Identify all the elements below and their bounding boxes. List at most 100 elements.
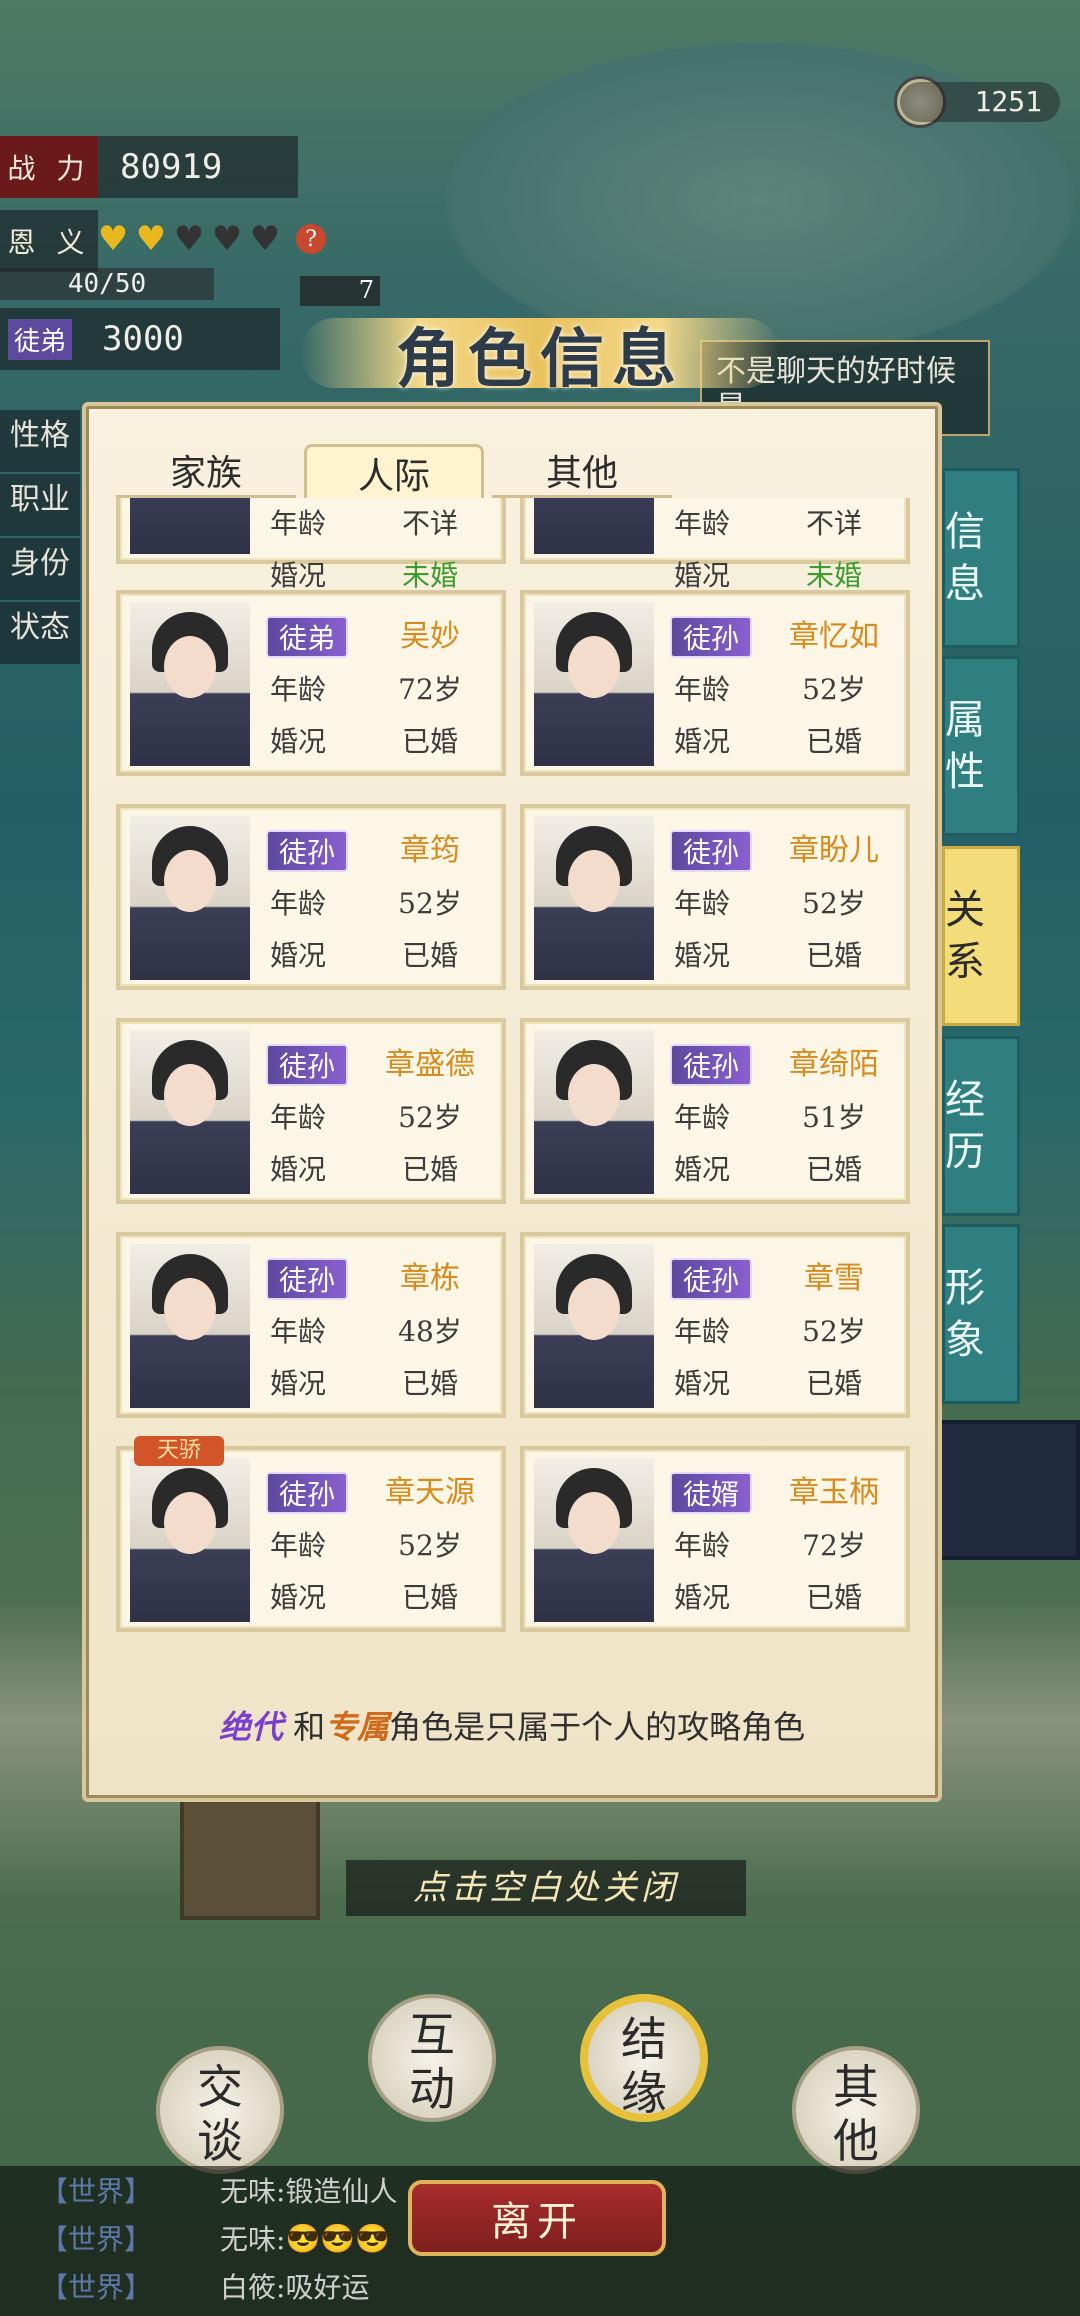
- marriage-label: 婚况: [270, 1153, 327, 1186]
- age-value: 48岁: [398, 1315, 462, 1348]
- side-tab-history[interactable]: 经历: [942, 1036, 1020, 1216]
- character-portrait: [534, 1030, 654, 1194]
- relation-tag: 徒弟: [0, 308, 80, 370]
- chat-user: 白筱:: [220, 2271, 286, 2304]
- marriage-label: 婚况: [674, 1153, 731, 1186]
- character-portrait: [534, 816, 654, 980]
- portrait-face: [164, 1278, 216, 1340]
- bond-button[interactable]: 结缘: [580, 1994, 708, 2122]
- character-portrait: [130, 816, 250, 980]
- side-tab-info[interactable]: 信息: [942, 468, 1020, 648]
- portrait-face: [164, 1492, 216, 1554]
- relation-card[interactable]: 年龄 不详 婚况 未婚: [520, 498, 910, 592]
- marriage-label: 婚况: [270, 559, 327, 592]
- age-value: 52岁: [398, 1101, 462, 1134]
- character-name: 章盛德: [385, 1047, 475, 1082]
- age-value: 72岁: [398, 673, 462, 706]
- age-value: 72岁: [802, 1529, 866, 1562]
- character-portrait: [534, 602, 654, 766]
- portrait-face: [568, 636, 620, 698]
- marriage-label: 婚况: [270, 1581, 327, 1614]
- relation-card[interactable]: 徒孙 章忆如 年龄 52岁 婚况 已婚: [520, 590, 910, 776]
- chat-channel: 【世界】: [40, 2271, 153, 2304]
- heart-icon: ♥: [211, 219, 243, 259]
- tab-family[interactable]: 家族: [116, 444, 296, 498]
- marriage-value: 已婚: [401, 939, 458, 972]
- relation-card[interactable]: 徒弟 吴妙 年龄 72岁 婚况 已婚: [116, 590, 506, 776]
- age-value: 不详: [805, 507, 862, 540]
- side-tab-attributes[interactable]: 属性: [942, 656, 1020, 836]
- relation-card[interactable]: 徒孙 章栋 年龄 48岁 婚况 已婚: [116, 1232, 506, 1418]
- bond-button-label: 结缘: [621, 2012, 667, 2120]
- side-label: 性格: [0, 410, 80, 472]
- character-name: 章天源: [385, 1475, 475, 1510]
- heart-icon: ♥: [173, 219, 205, 259]
- relation-card[interactable]: 天骄 徒孙 章天源 年龄 52岁 婚况 已婚: [116, 1436, 506, 1632]
- heart-icon: ♥: [135, 219, 167, 259]
- marriage-label: 婚况: [270, 1367, 327, 1400]
- portrait-face: [568, 1278, 620, 1340]
- marriage-value: 已婚: [805, 1153, 862, 1186]
- coin-count: 1251: [900, 82, 1060, 122]
- relation-card[interactable]: 徒孙 章盛德 年龄 52岁 婚况 已婚: [116, 1018, 506, 1204]
- relation-badge: 徒孙: [670, 830, 752, 872]
- side-tab-relations[interactable]: 关系: [942, 846, 1020, 1026]
- relation-card[interactable]: 年龄 不详 婚况 未婚: [116, 498, 506, 592]
- relation-badge: 徒孙: [670, 616, 752, 658]
- heart-icon: ♥: [249, 219, 281, 259]
- age-label: 年龄: [674, 1529, 731, 1562]
- favor-label: 恩 义: [0, 210, 98, 272]
- age-label: 年龄: [270, 673, 327, 706]
- relation-card[interactable]: 徒孙 章绮陌 年龄 51岁 婚况 已婚: [520, 1018, 910, 1204]
- chat-button[interactable]: 交谈: [156, 2046, 284, 2174]
- age-value: 52岁: [398, 1529, 462, 1562]
- character-name: 章绮陌: [789, 1047, 879, 1082]
- modal-title-banner: 角色信息: [300, 288, 780, 408]
- interact-button[interactable]: 互动: [368, 1994, 496, 2122]
- age-label: 年龄: [674, 507, 731, 540]
- relation-list[interactable]: 年龄 不详 婚况 未婚 年龄 不详 婚况 未婚 徒弟 吴妙 年龄 72岁 婚况 已婚 徒孙 章忆如 年龄 52岁婚…: [116, 498, 916, 1678]
- chat-message: 锻造仙人: [285, 2175, 398, 2208]
- chat-channel: 【世界】: [40, 2175, 153, 2208]
- power-label: 战 力: [0, 136, 98, 198]
- marriage-value: 已婚: [805, 725, 862, 758]
- chat-channel: 【世界】: [40, 2223, 153, 2256]
- marriage-value: 已婚: [401, 1367, 458, 1400]
- age-value: 52岁: [398, 887, 462, 920]
- relation-card[interactable]: 徒孙 章雪 年龄 52岁 婚况 已婚: [520, 1232, 910, 1418]
- marriage-value: 已婚: [401, 1581, 458, 1614]
- character-portrait: [130, 602, 250, 766]
- age-label: 年龄: [674, 1315, 731, 1348]
- other-button[interactable]: 其他: [792, 2046, 920, 2174]
- tab-relations[interactable]: 人际: [304, 444, 484, 498]
- marriage-label: 婚况: [270, 939, 327, 972]
- age-label: 年龄: [674, 673, 731, 706]
- side-tab-appearance[interactable]: 形象: [942, 1224, 1020, 1404]
- relation-badge: 徒弟: [266, 616, 348, 658]
- side-tab-label: 形象: [945, 1265, 985, 1363]
- age-value: 52岁: [802, 673, 866, 706]
- help-icon[interactable]: ?: [296, 224, 326, 254]
- character-info-modal: 家族 人际 其他 年龄 不详 婚况 未婚 年龄 不详 婚况 未婚 徒弟 吴妙 年龄 72岁 婚况 已婚 徒孙…: [82, 402, 942, 1802]
- marriage-label: 婚况: [674, 559, 731, 592]
- relation-badge: 徒婿: [670, 1472, 752, 1514]
- character-portrait: [534, 498, 654, 554]
- character-portrait: [130, 1458, 250, 1622]
- side-label: 职业: [0, 474, 80, 536]
- relation-card[interactable]: 徒孙 章筠 年龄 52岁 婚况 已婚: [116, 804, 506, 990]
- leave-button[interactable]: 离开: [408, 2180, 666, 2256]
- character-portrait: [130, 1244, 250, 1408]
- note-rest: 角色是只属于个人的攻略角色: [389, 1708, 806, 1746]
- relation-badge: 徒孙: [670, 1044, 752, 1086]
- marriage-value: 已婚: [805, 939, 862, 972]
- tab-other[interactable]: 其他: [492, 444, 672, 498]
- marriage-value: 已婚: [805, 1581, 862, 1614]
- side-tab-label: 信息: [945, 509, 985, 607]
- relation-card[interactable]: 徒婿 章玉柄 年龄 72岁 婚况 已婚: [520, 1446, 910, 1632]
- relation-card[interactable]: 徒孙 章盼儿 年龄 52岁 婚况 已婚: [520, 804, 910, 990]
- chat-user: 无味:: [220, 2223, 286, 2256]
- age-label: 年龄: [270, 887, 327, 920]
- chat-button-label: 交谈: [197, 2060, 243, 2168]
- marriage-value: 未婚: [401, 559, 458, 592]
- relation-badge: 徒孙: [266, 830, 348, 872]
